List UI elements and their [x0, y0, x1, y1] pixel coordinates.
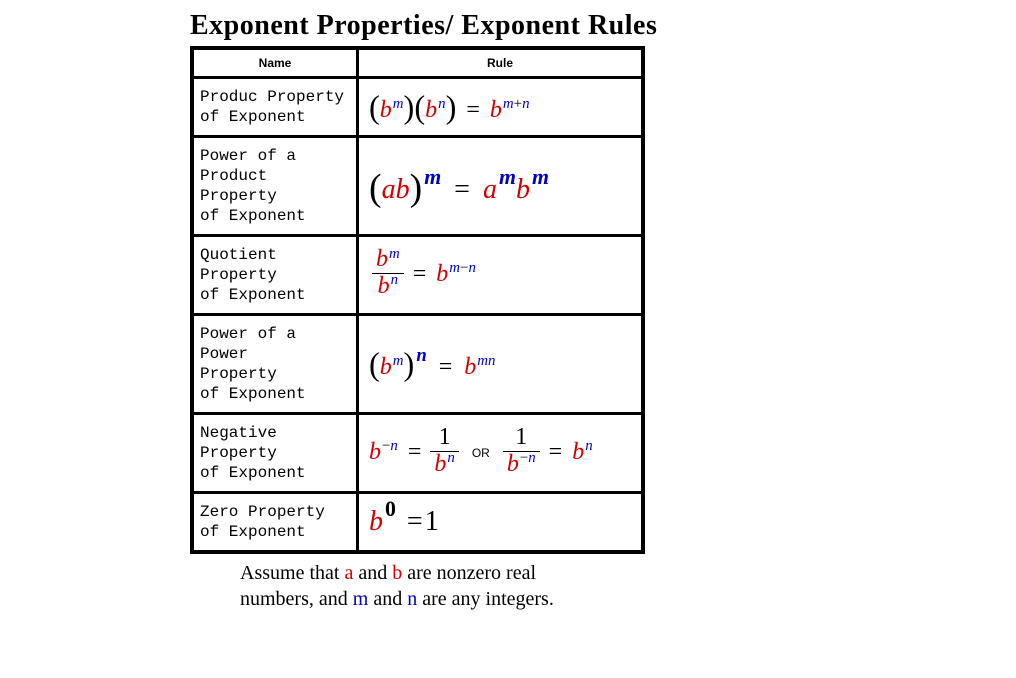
assumption-note: Assume that a and b are nonzero real num… [240, 560, 660, 612]
rule-formula-negative: b−n = 1 bn OR 1 b−n = bn [358, 414, 644, 493]
rules-table: Name Rule Produc Propertyof Exponent (bm… [190, 46, 645, 554]
rule-formula-quotient: bm bn = bm−n [358, 236, 644, 315]
rule-name: Zero Propertyof Exponent [192, 493, 358, 553]
table-row: Zero Propertyof Exponent b0 =1 [192, 493, 643, 553]
col-header-rule: Rule [358, 48, 644, 78]
rule-formula-power-of-product: (ab)m = ambm [358, 137, 644, 236]
table-row: Negative Propertyof Exponent b−n = 1 bn … [192, 414, 643, 493]
rule-name: Negative Propertyof Exponent [192, 414, 358, 493]
rule-formula-power-of-power: (bm)n = bmn [358, 315, 644, 414]
col-header-name: Name [192, 48, 358, 78]
rule-name: Power of a PowerPropertyof Exponent [192, 315, 358, 414]
table-row: Produc Propertyof Exponent (bm)(bn) = bm… [192, 78, 643, 137]
table-row: Power of a PowerPropertyof Exponent (bm)… [192, 315, 643, 414]
rule-name: Produc Propertyof Exponent [192, 78, 358, 137]
rule-name: Power of a ProductPropertyof Exponent [192, 137, 358, 236]
page-title: Exponent Properties/ Exponent Rules [190, 10, 1016, 42]
rule-formula-zero: b0 =1 [358, 493, 644, 553]
rule-formula-product: (bm)(bn) = bm+n [358, 78, 644, 137]
table-row: Quotient Propertyof Exponent bm bn = bm−… [192, 236, 643, 315]
rule-name: Quotient Propertyof Exponent [192, 236, 358, 315]
table-row: Power of a ProductPropertyof Exponent (a… [192, 137, 643, 236]
